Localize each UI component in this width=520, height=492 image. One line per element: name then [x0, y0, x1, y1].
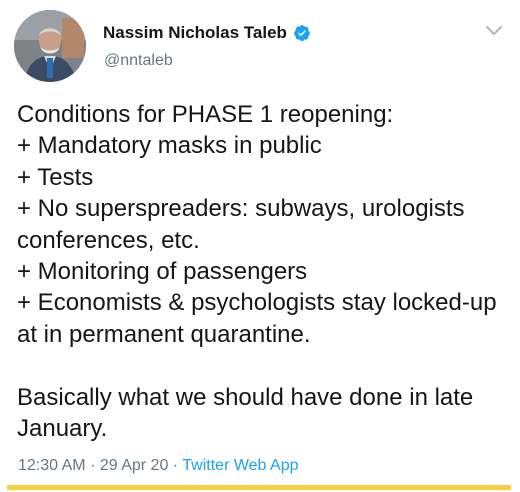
author-name-row[interactable]: Nassim Nicholas Taleb	[103, 20, 311, 46]
accent-bar	[7, 485, 511, 490]
tweet-time[interactable]: 12:30 AM	[18, 457, 86, 474]
tweet-metadata: 12:30 AM · 29 Apr 20 · Twitter Web App	[18, 457, 298, 475]
avatar[interactable]	[14, 10, 86, 82]
display-name[interactable]: Nassim Nicholas Taleb	[103, 23, 287, 43]
tweet-date[interactable]: 29 Apr 20	[100, 457, 169, 474]
author-handle[interactable]: @nntaleb	[104, 52, 173, 70]
meta-separator: ·	[172, 457, 179, 474]
avatar-image	[14, 10, 86, 82]
tweet-source-link[interactable]: Twitter Web App	[182, 457, 298, 474]
chevron-down-icon[interactable]	[484, 24, 504, 38]
tweet-card: Nassim Nicholas Taleb @nntaleb Condition…	[0, 0, 520, 492]
verified-badge-icon	[293, 24, 311, 42]
meta-separator: ·	[90, 457, 96, 474]
tweet-text: Conditions for PHASE 1 reopening: + Mand…	[17, 101, 497, 443]
